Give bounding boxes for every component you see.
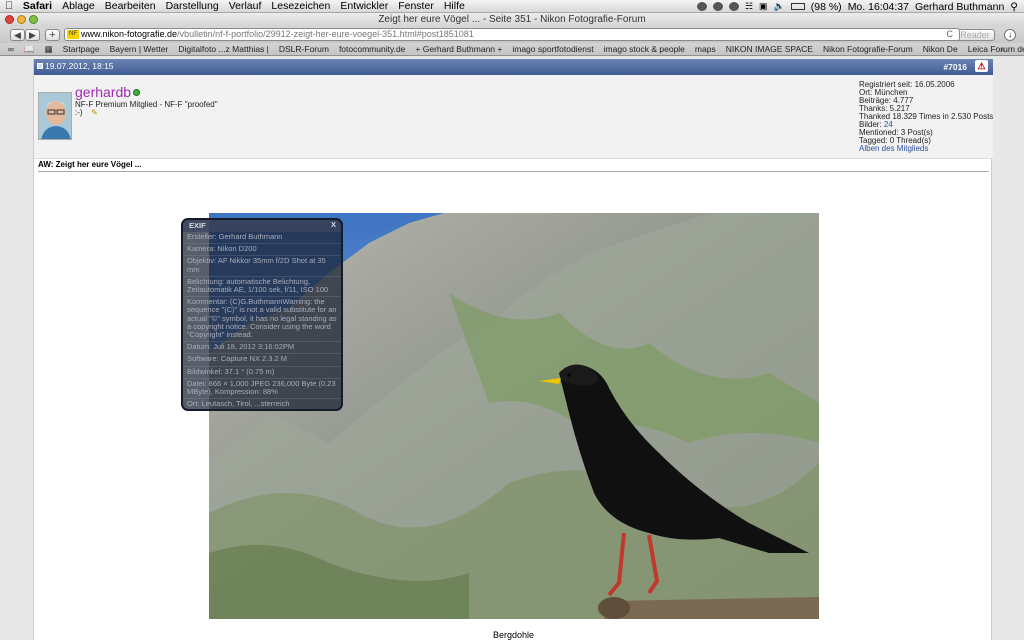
menu-lesezeichen[interactable]: Lesezeichen <box>266 0 335 12</box>
bookmark-leica-forum[interactable]: Leica Forum deutsch <box>963 44 1024 54</box>
address-bar[interactable]: NF www.nikon-fotografie.de/vbulletin/nf-… <box>64 28 960 41</box>
menubar-status-area: ☵ ▣ 🔈 (98 %) Mo. 16:04:37 Gerhard Buthma… <box>696 0 1024 13</box>
exif-heading: EXIF <box>189 221 206 230</box>
url-host: www.nikon-fotografie.de <box>81 29 178 39</box>
menu-entwickler[interactable]: Entwickler <box>335 0 393 12</box>
exif-location: Ort: Leutasch, Tirol, ...sterreich <box>183 399 341 409</box>
exif-header: EXIF X <box>183 220 341 232</box>
forum-post: 19.07.2012, 18:15 #7016 ⚠ gerhardb NF-F … <box>33 59 993 640</box>
report-post-icon[interactable]: ⚠ <box>975 60 988 72</box>
page-content: 19.07.2012, 18:15 #7016 ⚠ gerhardb NF-F … <box>0 57 1024 640</box>
bookmark-imago-stock[interactable]: imago stock & people <box>599 44 690 54</box>
menubar:  Safari Ablage Bearbeiten Darstellung V… <box>0 0 1024 13</box>
user-stats: Registriert seit: 16.05.2006 Ort: Münche… <box>859 81 993 153</box>
divider <box>38 171 989 172</box>
exif-close-button[interactable]: X <box>331 220 336 229</box>
forward-button[interactable]: ▶ <box>25 29 40 41</box>
url-path: /vbulletin/nf-f-portfolio/29912-zeigt-he… <box>177 29 474 39</box>
window-titlebar: Zeigt her eure Vögel ... - Seite 351 - N… <box>0 13 1024 27</box>
avatar[interactable] <box>38 92 72 140</box>
exif-camera: Kamera: Nikon D200 <box>183 244 341 257</box>
online-status-icon <box>133 89 140 96</box>
exif-date: Datum: Juli 18, 2012 3:16:02PM <box>183 342 341 355</box>
window-title: Zeigt her eure Vögel ... - Seite 351 - N… <box>378 14 646 25</box>
menu-fenster[interactable]: Fenster <box>393 0 439 12</box>
member-albums-link[interactable]: Alben des Mitglieds <box>859 144 928 153</box>
post-icon <box>37 63 43 69</box>
downloads-icon[interactable]: ↓ <box>1004 29 1016 41</box>
spotlight-icon[interactable]: ⚲ <box>1010 1 1018 13</box>
apple-icon[interactable]:  <box>0 0 18 12</box>
bookmark-fotocommunity[interactable]: fotocommunity.de <box>334 44 410 54</box>
exif-file: Datei: 666 × 1,000 JPEG 236,000 Byte (0.… <box>183 379 341 400</box>
bookmark-startpage[interactable]: Startpage <box>58 44 105 54</box>
post-user-info <box>34 75 993 159</box>
close-window-button[interactable] <box>5 15 14 24</box>
exif-panel: EXIF X Ersteller: Gerhard Buthmann Kamer… <box>181 218 343 411</box>
bookmark-nikon-image-space[interactable]: NIKON IMAGE SPACE <box>721 44 818 54</box>
top-sites-grid-icon[interactable]: ▦ <box>40 44 58 55</box>
exif-software: Software: Capture NX 2.3.2 M <box>183 354 341 367</box>
display-icon[interactable]: ▣ <box>759 1 768 12</box>
bookmark-gerhard-buthmann[interactable]: + Gerhard Buthmann + <box>410 44 507 54</box>
current-user[interactable]: Gerhard Buthmann <box>915 1 1004 13</box>
bookmark-imago-sport[interactable]: imago sportfotodienst <box>507 44 598 54</box>
bookmark-bayern-wetter[interactable]: Bayern | Wetter <box>105 44 174 54</box>
add-bookmark-button[interactable]: + <box>45 29 60 41</box>
reader-button[interactable]: Reader <box>955 29 995 41</box>
menu-ablage[interactable]: Ablage <box>57 0 100 12</box>
exif-exposure: Belichtung: automatische Belichtung, Zei… <box>183 277 341 298</box>
bookmarks-book-icon[interactable]: 📖 <box>19 44 40 55</box>
bookmark-nikon-de[interactable]: Nikon De <box>918 44 963 54</box>
bookmarks-bar: ∞ 📖 ▦ Startpage Bayern | Wetter Digitalf… <box>0 43 1024 56</box>
menu-bearbeiten[interactable]: Bearbeiten <box>100 0 161 12</box>
exif-comment: Kommentar: (C)G.ButhmannWarning: the seq… <box>183 297 341 343</box>
exif-lens: Objektiv: AF Nikkor 35mm f/2D Shot at 35… <box>183 256 341 277</box>
photo-caption: Bergdohle <box>492 630 535 640</box>
menu-safari[interactable]: Safari <box>18 0 57 12</box>
user-mood: :-) <box>75 108 83 117</box>
app-status-icon[interactable] <box>696 2 707 11</box>
menu-hilfe[interactable]: Hilfe <box>439 0 470 12</box>
more-bookmarks-icon[interactable]: » <box>995 44 1010 54</box>
menu-darstellung[interactable]: Darstellung <box>161 0 224 12</box>
back-button[interactable]: ◀ <box>10 29 25 41</box>
post-date: 19.07.2012, 18:15 <box>45 61 114 71</box>
mood-pencil-icon: ✎ <box>91 108 98 117</box>
zoom-window-button[interactable] <box>29 15 38 24</box>
bookmark-digitalfoto[interactable]: Digitalfoto ...z Matthias | <box>173 44 274 54</box>
bookmark-maps[interactable]: maps <box>690 44 721 54</box>
reading-list-icon[interactable]: ∞ <box>0 44 19 54</box>
minimize-window-button[interactable] <box>17 15 26 24</box>
clock[interactable]: Mo. 16:04:37 <box>848 1 909 13</box>
username-link[interactable]: gerhardb <box>75 84 131 100</box>
exif-angle: Bildwinkel: 37.1 ° (0.75 m) <box>183 367 341 379</box>
reload-icon[interactable]: C <box>947 29 954 40</box>
sync-icon[interactable] <box>712 2 723 11</box>
battery-percent: (98 %) <box>810 0 842 13</box>
wifi-icon[interactable]: ☵ <box>745 1 753 12</box>
bookmark-dslr-forum[interactable]: DSLR-Forum <box>274 44 334 54</box>
time-machine-icon[interactable] <box>728 2 739 11</box>
post-header: 19.07.2012, 18:15 #7016 ⚠ <box>34 59 993 75</box>
volume-icon[interactable]: 🔈 <box>774 1 785 12</box>
post-title: AW: Zeigt her eure Vögel ... <box>38 160 142 169</box>
bookmark-nikon-fotografie-forum[interactable]: Nikon Fotografie-Forum <box>818 44 918 54</box>
post-number[interactable]: #7016 <box>943 60 967 74</box>
battery-icon[interactable] <box>790 3 805 10</box>
site-favicon-icon: NF <box>67 30 79 39</box>
menu-verlauf[interactable]: Verlauf <box>224 0 267 12</box>
exif-creator: Ersteller: Gerhard Buthmann <box>183 232 341 245</box>
